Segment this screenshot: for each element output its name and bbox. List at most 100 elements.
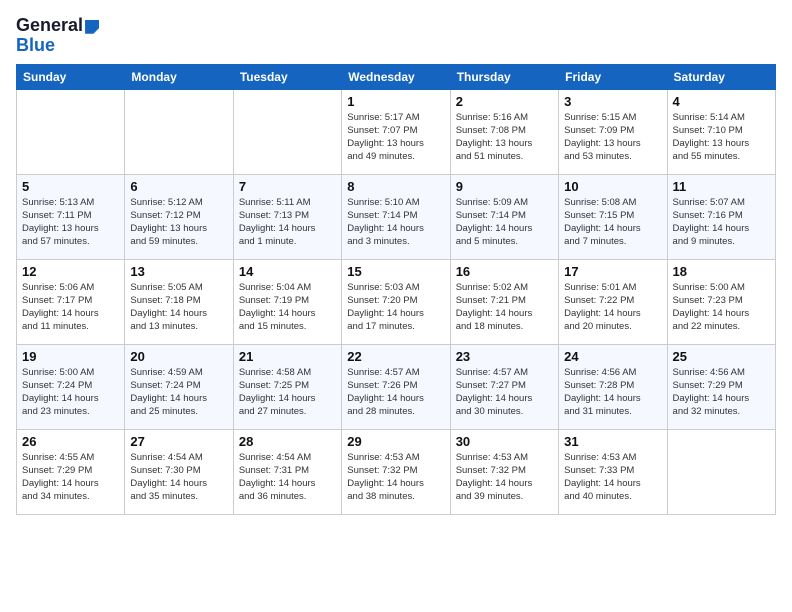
calendar-cell: 26 Sunrise: 4:55 AM Sunset: 7:29 PM Dayli…	[17, 429, 125, 514]
weekday-monday: Monday	[125, 64, 233, 89]
calendar-cell: 3 Sunrise: 5:15 AM Sunset: 7:09 PM Daylig…	[559, 89, 667, 174]
day-number: 9	[456, 179, 553, 194]
day-info: Sunrise: 5:00 AM Sunset: 7:24 PM Dayligh…	[22, 366, 119, 419]
day-number: 29	[347, 434, 444, 449]
day-number: 10	[564, 179, 661, 194]
day-info: Sunrise: 4:53 AM Sunset: 7:32 PM Dayligh…	[456, 451, 553, 504]
day-number: 21	[239, 349, 336, 364]
calendar-cell	[17, 89, 125, 174]
calendar-week-4: 26 Sunrise: 4:55 AM Sunset: 7:29 PM Dayli…	[17, 429, 776, 514]
day-info: Sunrise: 4:57 AM Sunset: 7:27 PM Dayligh…	[456, 366, 553, 419]
logo-general: General	[16, 15, 83, 35]
day-info: Sunrise: 5:17 AM Sunset: 7:07 PM Dayligh…	[347, 111, 444, 164]
logo-blue: Blue	[16, 35, 55, 55]
calendar-cell: 14 Sunrise: 5:04 AM Sunset: 7:19 PM Dayli…	[233, 259, 341, 344]
day-number: 18	[673, 264, 770, 279]
day-info: Sunrise: 5:06 AM Sunset: 7:17 PM Dayligh…	[22, 281, 119, 334]
calendar-cell: 8Sunrise: 5:10 AM Sunset: 7:14 PM Daylig…	[342, 174, 450, 259]
calendar-cell: 5 Sunrise: 5:13 AM Sunset: 7:11 PM Daylig…	[17, 174, 125, 259]
calendar-cell: 28 Sunrise: 4:54 AM Sunset: 7:31 PM Dayli…	[233, 429, 341, 514]
day-info: Sunrise: 4:58 AM Sunset: 7:25 PM Dayligh…	[239, 366, 336, 419]
day-number: 22	[347, 349, 444, 364]
day-number: 16	[456, 264, 553, 279]
calendar-cell: 30 Sunrise: 4:53 AM Sunset: 7:32 PM Dayli…	[450, 429, 558, 514]
calendar-cell: 24 Sunrise: 4:56 AM Sunset: 7:28 PM Dayli…	[559, 344, 667, 429]
day-info: Sunrise: 4:56 AM Sunset: 7:28 PM Dayligh…	[564, 366, 661, 419]
weekday-saturday: Saturday	[667, 64, 775, 89]
day-info: Sunrise: 4:53 AM Sunset: 7:32 PM Dayligh…	[347, 451, 444, 504]
day-number: 8	[347, 179, 444, 194]
day-number: 25	[673, 349, 770, 364]
day-number: 27	[130, 434, 227, 449]
day-info: Sunrise: 5:16 AM Sunset: 7:08 PM Dayligh…	[456, 111, 553, 164]
calendar-cell: 25Sunrise: 4:56 AM Sunset: 7:29 PM Dayli…	[667, 344, 775, 429]
day-info: Sunrise: 5:01 AM Sunset: 7:22 PM Dayligh…	[564, 281, 661, 334]
calendar-cell: 21 Sunrise: 4:58 AM Sunset: 7:25 PM Dayli…	[233, 344, 341, 429]
calendar-cell: 6 Sunrise: 5:12 AM Sunset: 7:12 PM Daylig…	[125, 174, 233, 259]
day-number: 3	[564, 94, 661, 109]
day-info: Sunrise: 5:12 AM Sunset: 7:12 PM Dayligh…	[130, 196, 227, 249]
day-number: 17	[564, 264, 661, 279]
day-info: Sunrise: 5:09 AM Sunset: 7:14 PM Dayligh…	[456, 196, 553, 249]
header: General Blue	[16, 16, 776, 56]
day-info: Sunrise: 5:04 AM Sunset: 7:19 PM Dayligh…	[239, 281, 336, 334]
weekday-sunday: Sunday	[17, 64, 125, 89]
calendar-cell	[125, 89, 233, 174]
calendar-cell: 23 Sunrise: 4:57 AM Sunset: 7:27 PM Dayli…	[450, 344, 558, 429]
day-info: Sunrise: 5:07 AM Sunset: 7:16 PM Dayligh…	[673, 196, 770, 249]
weekday-wednesday: Wednesday	[342, 64, 450, 89]
day-number: 1	[347, 94, 444, 109]
day-info: Sunrise: 5:15 AM Sunset: 7:09 PM Dayligh…	[564, 111, 661, 164]
day-number: 30	[456, 434, 553, 449]
day-info: Sunrise: 5:00 AM Sunset: 7:23 PM Dayligh…	[673, 281, 770, 334]
calendar-cell: 27Sunrise: 4:54 AM Sunset: 7:30 PM Dayli…	[125, 429, 233, 514]
calendar-week-2: 12 Sunrise: 5:06 AM Sunset: 7:17 PM Dayli…	[17, 259, 776, 344]
day-info: Sunrise: 5:05 AM Sunset: 7:18 PM Dayligh…	[130, 281, 227, 334]
day-number: 28	[239, 434, 336, 449]
calendar-week-0: 1 Sunrise: 5:17 AM Sunset: 7:07 PM Daylig…	[17, 89, 776, 174]
day-info: Sunrise: 5:13 AM Sunset: 7:11 PM Dayligh…	[22, 196, 119, 249]
day-number: 26	[22, 434, 119, 449]
logo-icon	[85, 20, 99, 34]
day-info: Sunrise: 4:55 AM Sunset: 7:29 PM Dayligh…	[22, 451, 119, 504]
day-info: Sunrise: 5:14 AM Sunset: 7:10 PM Dayligh…	[673, 111, 770, 164]
day-info: Sunrise: 4:54 AM Sunset: 7:31 PM Dayligh…	[239, 451, 336, 504]
day-number: 23	[456, 349, 553, 364]
logo-blue-text: Blue	[16, 36, 99, 56]
day-info: Sunrise: 5:02 AM Sunset: 7:21 PM Dayligh…	[456, 281, 553, 334]
day-number: 19	[22, 349, 119, 364]
day-number: 7	[239, 179, 336, 194]
day-number: 24	[564, 349, 661, 364]
calendar-cell: 12 Sunrise: 5:06 AM Sunset: 7:17 PM Dayli…	[17, 259, 125, 344]
day-info: Sunrise: 4:57 AM Sunset: 7:26 PM Dayligh…	[347, 366, 444, 419]
day-number: 5	[22, 179, 119, 194]
calendar-cell: 13Sunrise: 5:05 AM Sunset: 7:18 PM Dayli…	[125, 259, 233, 344]
calendar-cell	[667, 429, 775, 514]
calendar-cell: 18 Sunrise: 5:00 AM Sunset: 7:23 PM Dayli…	[667, 259, 775, 344]
logo-text: General	[16, 16, 99, 36]
logo: General Blue	[16, 16, 99, 56]
calendar-cell: 4 Sunrise: 5:14 AM Sunset: 7:10 PM Daylig…	[667, 89, 775, 174]
day-number: 11	[673, 179, 770, 194]
day-info: Sunrise: 4:59 AM Sunset: 7:24 PM Dayligh…	[130, 366, 227, 419]
calendar-cell: 22 Sunrise: 4:57 AM Sunset: 7:26 PM Dayli…	[342, 344, 450, 429]
day-number: 20	[130, 349, 227, 364]
day-info: Sunrise: 5:08 AM Sunset: 7:15 PM Dayligh…	[564, 196, 661, 249]
calendar-cell: 29 Sunrise: 4:53 AM Sunset: 7:32 PM Dayli…	[342, 429, 450, 514]
day-number: 14	[239, 264, 336, 279]
calendar-cell	[233, 89, 341, 174]
day-info: Sunrise: 5:11 AM Sunset: 7:13 PM Dayligh…	[239, 196, 336, 249]
calendar-table: SundayMondayTuesdayWednesdayThursdayFrid…	[16, 64, 776, 515]
calendar-cell: 20 Sunrise: 4:59 AM Sunset: 7:24 PM Dayli…	[125, 344, 233, 429]
calendar-cell: 1 Sunrise: 5:17 AM Sunset: 7:07 PM Daylig…	[342, 89, 450, 174]
day-number: 6	[130, 179, 227, 194]
day-number: 2	[456, 94, 553, 109]
day-number: 4	[673, 94, 770, 109]
day-info: Sunrise: 5:03 AM Sunset: 7:20 PM Dayligh…	[347, 281, 444, 334]
calendar-cell: 2 Sunrise: 5:16 AM Sunset: 7:08 PM Daylig…	[450, 89, 558, 174]
calendar-cell: 15Sunrise: 5:03 AM Sunset: 7:20 PM Dayli…	[342, 259, 450, 344]
day-info: Sunrise: 4:53 AM Sunset: 7:33 PM Dayligh…	[564, 451, 661, 504]
calendar-cell: 10 Sunrise: 5:08 AM Sunset: 7:15 PM Dayli…	[559, 174, 667, 259]
day-number: 31	[564, 434, 661, 449]
day-number: 12	[22, 264, 119, 279]
